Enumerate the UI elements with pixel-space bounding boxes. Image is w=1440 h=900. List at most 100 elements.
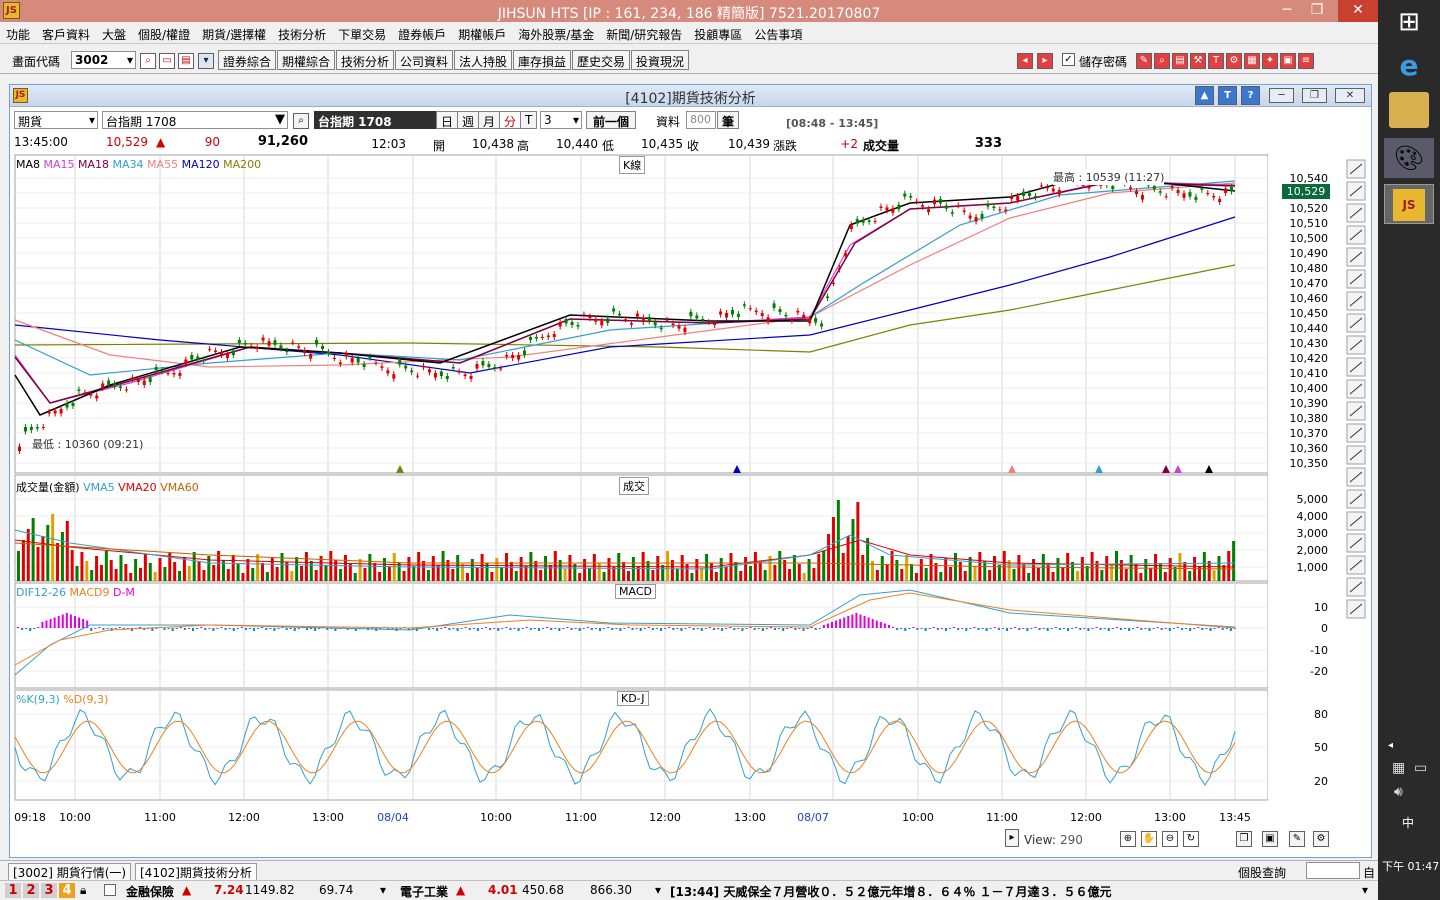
menu-securities-account[interactable]: 證券帳戶 — [398, 22, 446, 43]
candle — [796, 310, 800, 313]
pan-icon[interactable]: ✋ — [1141, 831, 1157, 847]
menu-function[interactable]: 功能 — [6, 22, 30, 43]
window-icon[interactable]: ▭ — [159, 53, 175, 69]
page-1-button[interactable]: 1 — [5, 883, 21, 898]
ie-browser-icon[interactable]: e — [1384, 46, 1434, 86]
dropdown-icon[interactable]: ▾ — [198, 53, 214, 69]
btn-inventory-pl[interactable]: 庫存損益 — [513, 50, 572, 70]
menu-announcements[interactable]: 公告事項 — [754, 22, 802, 43]
menu-advisory[interactable]: 投顧專區 — [694, 22, 742, 43]
vol-bar — [1061, 567, 1065, 581]
arrow-left-icon[interactable]: ◂ — [1017, 53, 1033, 69]
tray-monitor-icon[interactable]: ▭ — [1414, 760, 1427, 776]
chart-icon[interactable]: ▦ — [1244, 53, 1260, 69]
btn-futures-summary[interactable]: 期權綜合 — [277, 50, 336, 70]
tray-arrow-icon[interactable]: ◂ — [1388, 740, 1393, 751]
menu-futures-account[interactable]: 期權帳戶 — [458, 22, 506, 43]
stock-query-input[interactable] — [1306, 862, 1360, 879]
text-icon[interactable]: T — [1208, 53, 1224, 69]
menu-overseas[interactable]: 海外股票/基金 — [518, 22, 594, 43]
vol-bar — [1222, 565, 1226, 581]
candle — [356, 358, 360, 363]
chart-area[interactable]: 10,54010,53010,52010,51010,50010,49010,4… — [10, 85, 1373, 859]
macd-hist — [859, 614, 862, 628]
chevron-down-icon[interactable]: ▾ — [655, 883, 661, 897]
menu-order[interactable]: 下單交易 — [338, 22, 386, 43]
macd-hist — [25, 628, 28, 629]
menu-news[interactable]: 新聞/研究報告 — [606, 22, 682, 43]
zoom-icon[interactable]: ⌕ — [1154, 53, 1170, 69]
btn-institutional[interactable]: 法人持股 — [454, 50, 513, 70]
btn-company-info[interactable]: 公司資料 — [395, 50, 454, 70]
news-ticker[interactable]: [13:44] 天威保全７月營收０．５２億元年增８．６４％ １－７月達３．５６億… — [670, 883, 1360, 900]
menu-customer[interactable]: 客戶資料 — [42, 22, 90, 43]
copy-icon[interactable]: ❐ — [1236, 831, 1252, 847]
k-ytick: 10,500 — [1290, 232, 1329, 245]
vol-bar — [919, 559, 923, 581]
tab-quotes[interactable]: [3002] 期貨行情(一) — [8, 863, 132, 881]
vol-bar — [514, 571, 518, 581]
restore-button[interactable]: ❐ — [1302, 0, 1332, 22]
windows-start-icon[interactable]: ⊞ — [1384, 2, 1434, 42]
menu-market[interactable]: 大盤 — [102, 22, 126, 43]
macd-hist — [965, 628, 968, 631]
page-3-button[interactable]: 3 — [41, 883, 57, 898]
note-icon[interactable]: ▣ — [1280, 53, 1296, 69]
ime-indicator[interactable]: 中 — [1402, 814, 1414, 831]
zoom-in-icon[interactable]: ⊕ — [1120, 831, 1136, 847]
macd-hist — [651, 628, 654, 630]
wand-icon[interactable]: ✦ — [1262, 53, 1278, 69]
volume-icon[interactable]: 🔊︎ — [1394, 784, 1403, 800]
settings-icon[interactable]: ⚙ — [1226, 53, 1242, 69]
macd-hist — [265, 628, 268, 630]
vol-bar — [534, 561, 538, 581]
scroll-right-icon[interactable]: ▸ — [1005, 829, 1019, 847]
vol-bar — [993, 556, 996, 581]
close-button[interactable]: ✕ — [1338, 0, 1378, 22]
chevron-down-icon[interactable]: ▾ — [1362, 883, 1368, 897]
print-icon[interactable]: ▤ — [1172, 53, 1188, 69]
page-2-button[interactable]: 2 — [23, 883, 39, 898]
ticker-checkbox[interactable] — [104, 884, 116, 896]
macd-hist — [273, 628, 276, 631]
candle — [439, 371, 443, 376]
file-explorer-icon[interactable] — [1389, 92, 1429, 128]
menu-futures-options[interactable]: 期貨/選擇權 — [202, 22, 266, 43]
zoom-out-icon[interactable]: ⊖ — [1162, 831, 1178, 847]
refresh-icon[interactable]: ↻ — [1183, 831, 1199, 847]
gear-icon[interactable]: ⚙ — [1313, 831, 1329, 847]
btn-securities-summary[interactable]: 證券綜合 — [218, 50, 277, 70]
paint-app-icon[interactable]: 🎨︎ — [1384, 138, 1434, 178]
search-icon[interactable]: ⌕ — [140, 53, 156, 69]
menu-technical[interactable]: 技術分析 — [278, 22, 326, 43]
btn-technical-analysis[interactable]: 技術分析 — [336, 50, 395, 70]
macd-hist — [310, 628, 313, 629]
arrow-right-icon[interactable]: ▸ — [1037, 53, 1053, 69]
tab-technical[interactable]: [4102]期貨技術分析 — [135, 863, 257, 881]
save-password-checkbox[interactable]: ✓ — [1062, 53, 1075, 66]
chevron-down-icon[interactable]: ▾ — [380, 883, 386, 897]
menu-stock-warrant[interactable]: 個股/權證 — [138, 22, 190, 43]
tool-icon[interactable]: ⚒ — [1190, 53, 1206, 69]
candle — [707, 322, 711, 323]
draw-icon[interactable]: ✎ — [1136, 53, 1152, 69]
lock-icon[interactable]: 🔒︎ — [80, 883, 86, 898]
macd-hist — [232, 628, 235, 631]
layout-icon[interactable]: ▤ — [178, 53, 194, 69]
candle — [725, 313, 729, 318]
minimize-button[interactable]: ─ — [1272, 0, 1302, 22]
code-input[interactable]: 3002 ▾ — [71, 51, 136, 69]
jihsun-app-icon[interactable]: JS — [1384, 184, 1434, 224]
macd-hist — [554, 628, 557, 629]
vol-bar — [788, 569, 792, 581]
macd-hist — [818, 628, 821, 629]
list-icon[interactable]: ≡ — [1298, 53, 1314, 69]
macd-hist — [782, 628, 785, 631]
btn-investment-status[interactable]: 投資現況 — [631, 50, 690, 70]
tray-network-icon[interactable]: ▦ — [1392, 760, 1405, 776]
legend--d-9-3-: %D(9,3) — [63, 693, 109, 706]
window-layout-icon[interactable]: ▣ — [1262, 831, 1278, 847]
page-4-button[interactable]: 4 — [59, 883, 75, 898]
pencil-icon[interactable]: ✎ — [1289, 831, 1305, 847]
btn-history[interactable]: 歷史交易 — [572, 50, 631, 70]
